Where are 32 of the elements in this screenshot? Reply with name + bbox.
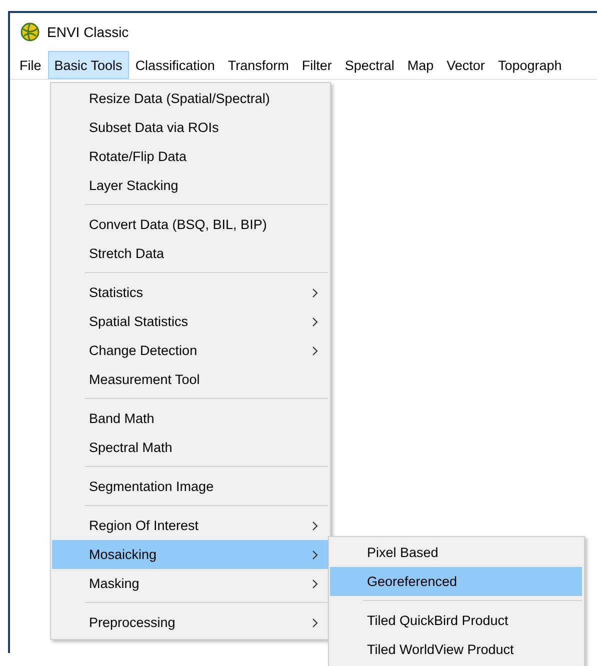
menu-item[interactable]: Masking xyxy=(52,569,328,598)
menu-item[interactable]: Statistics xyxy=(52,278,328,307)
menu-item[interactable]: Layer Stacking xyxy=(52,171,328,200)
menu-bar-item[interactable]: Map xyxy=(400,51,440,79)
menu-bar-item[interactable]: Classification xyxy=(128,51,222,79)
menu-item[interactable]: Region Of Interest xyxy=(52,511,328,540)
menu-item[interactable]: Mosaicking xyxy=(52,540,328,569)
menu-bar-item[interactable]: Vector xyxy=(440,51,492,79)
menu-item[interactable]: Preprocessing xyxy=(52,608,328,637)
menu-item[interactable]: Convert Data (BSQ, BIL, BIP) xyxy=(52,210,328,239)
menu-item[interactable]: Resize Data (Spatial/Spectral) xyxy=(52,84,328,113)
menu-item[interactable]: Subset Data via ROIs xyxy=(52,113,328,142)
menu-bar-item[interactable]: File xyxy=(13,51,48,79)
window-title: ENVI Classic xyxy=(47,24,129,40)
globe-icon xyxy=(20,22,40,42)
menu-item[interactable]: Change Detection xyxy=(52,336,328,365)
menu-item[interactable]: Segmentation Image xyxy=(52,472,328,501)
menu-bar-item[interactable]: Spectral xyxy=(338,51,401,79)
menu-item[interactable]: Tiled QuickBird Product xyxy=(330,606,582,635)
menu-bar-item[interactable]: Topograph xyxy=(491,51,568,79)
menu-bar-item[interactable]: Filter xyxy=(295,51,338,79)
menu-item[interactable]: Rotate/Flip Data xyxy=(52,142,328,171)
menu-item[interactable]: Measurement Tool xyxy=(52,365,328,394)
menu-item[interactable]: Stretch Data xyxy=(52,239,328,268)
menu-item[interactable]: Spatial Statistics xyxy=(52,307,328,336)
menu-item[interactable]: Pixel Based xyxy=(330,538,582,567)
menu-bar-item[interactable]: Basic Tools xyxy=(48,51,129,79)
menu-item[interactable]: Georeferenced xyxy=(330,567,582,596)
menu-item[interactable]: Band Math xyxy=(52,404,328,433)
menu-item[interactable]: Spectral Math xyxy=(52,433,328,462)
menu-item[interactable]: Tiled WorldView Product xyxy=(330,635,582,664)
menu-bar-item[interactable]: Transform xyxy=(221,51,296,79)
